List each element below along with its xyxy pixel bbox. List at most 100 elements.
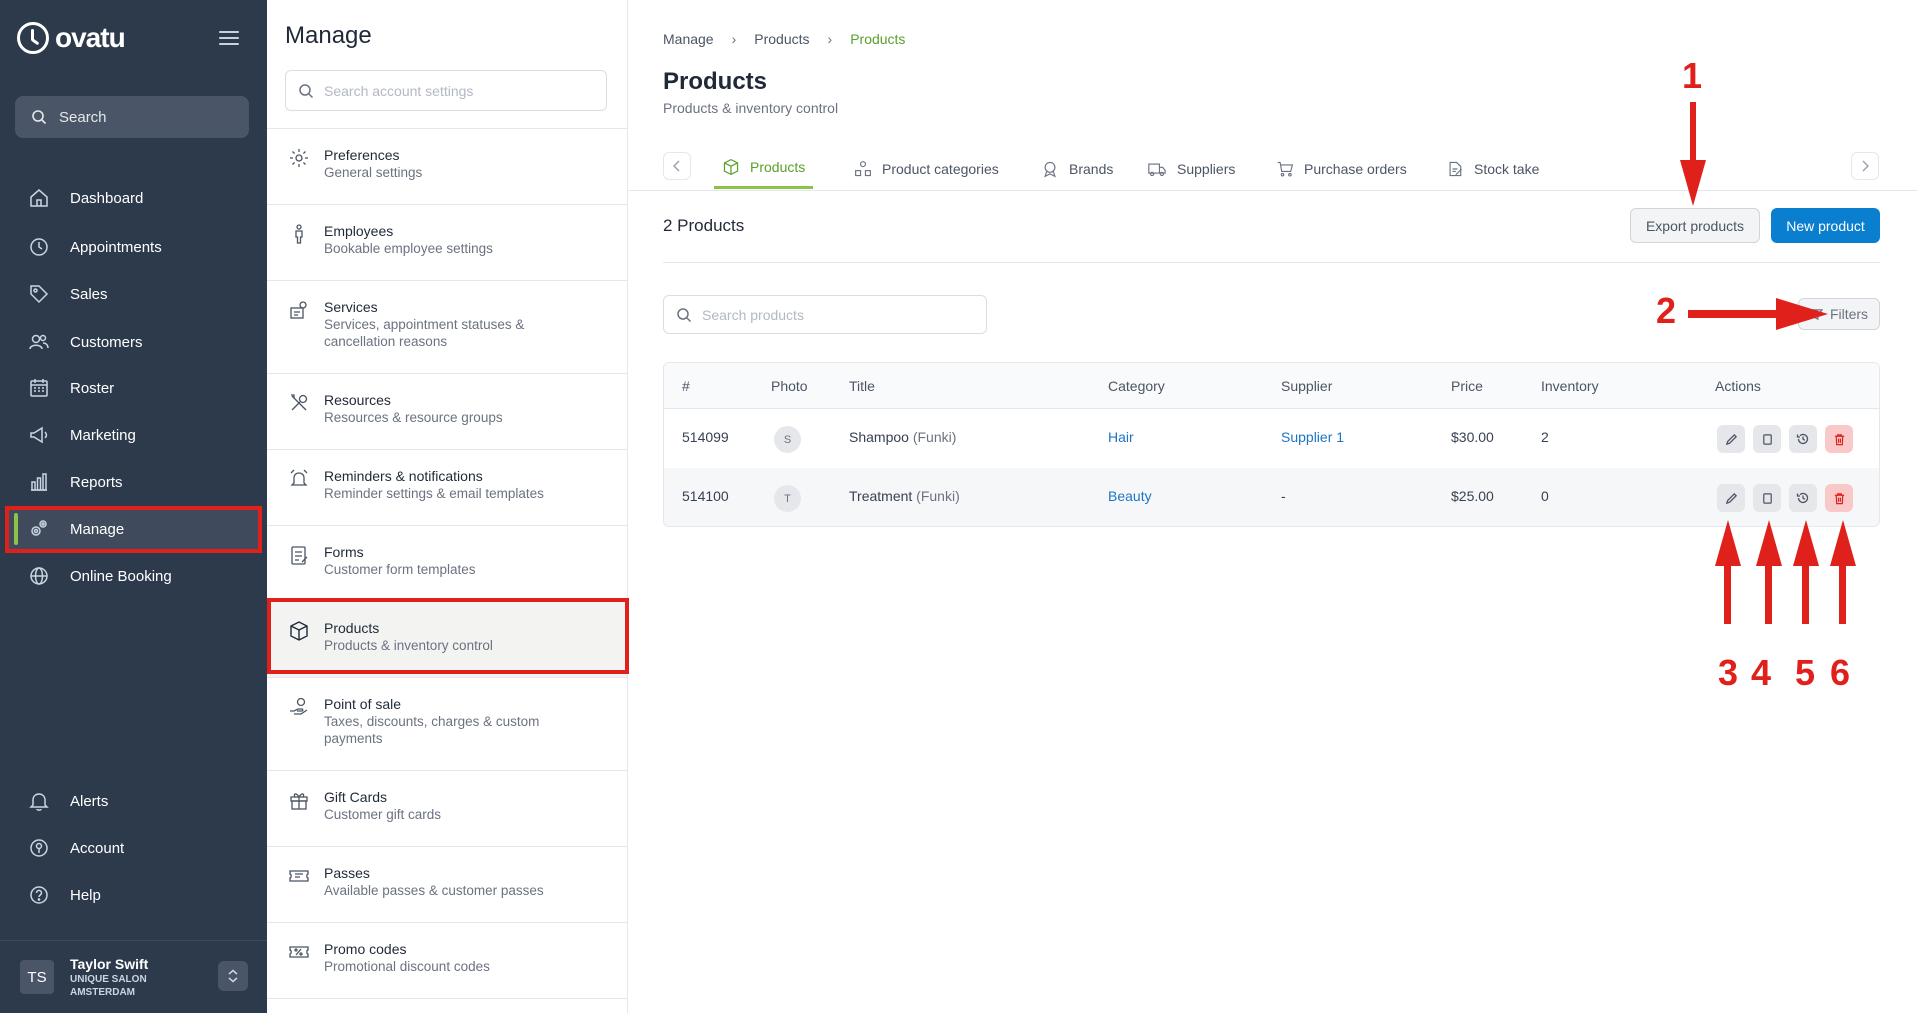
cell-supplier: - xyxy=(1281,488,1286,504)
nav-sales[interactable]: Sales xyxy=(0,274,267,314)
settings-item-services[interactable]: Services Services, appointment statuses &… xyxy=(267,281,627,374)
cell-title: Treatment (Funki) xyxy=(849,488,960,504)
settings-item-title: Gift Cards xyxy=(324,789,388,805)
chevron-updown-icon xyxy=(228,969,238,983)
nav-account[interactable]: Account xyxy=(0,828,267,868)
trash-icon xyxy=(1834,492,1844,504)
nav-roster[interactable]: Roster xyxy=(0,368,267,408)
cell-inventory: 0 xyxy=(1541,488,1549,504)
settings-item-point-of-sale[interactable]: Point of sale Taxes, discounts, charges &… xyxy=(267,678,627,771)
nav-marketing[interactable]: Marketing xyxy=(0,415,267,455)
settings-item-desc: Promotional discount codes xyxy=(324,959,490,974)
breadcrumb-link[interactable]: Manage xyxy=(663,31,714,47)
nav-customers[interactable]: Customers xyxy=(0,322,267,362)
main-sidebar: ovatu Search Dashboard Appointments Sale… xyxy=(0,0,267,1013)
edit-button[interactable] xyxy=(1717,425,1745,453)
nav-dashboard[interactable]: Dashboard xyxy=(0,178,267,218)
annotation-number: 3 xyxy=(1718,652,1739,693)
home-icon xyxy=(30,189,48,207)
products-count: 2 Products xyxy=(663,216,745,235)
products-table: # Photo Title Category Supplier Price In… xyxy=(663,362,1880,527)
settings-item-title: Point of sale xyxy=(324,696,402,712)
settings-item-gift-cards[interactable]: Gift Cards Customer gift cards xyxy=(267,771,627,847)
user-name: Taylor Swift xyxy=(70,956,149,972)
settings-item-resources[interactable]: Resources Resources & resource groups xyxy=(267,374,627,450)
settings-item-reminders[interactable]: Reminders & notifications Reminder settin… xyxy=(267,450,627,526)
new-product-button[interactable]: New product xyxy=(1771,208,1880,243)
gears-icon xyxy=(31,520,47,536)
nav-label: Manage xyxy=(70,520,125,538)
history-button[interactable] xyxy=(1789,484,1817,512)
chevron-left-icon xyxy=(673,160,680,172)
form-icon xyxy=(291,546,308,565)
nav-help[interactable]: Help xyxy=(0,875,267,915)
tab-product-categories[interactable]: Product categories xyxy=(846,147,1007,190)
settings-item-title: Resources xyxy=(324,392,391,408)
tab-products[interactable]: Products xyxy=(714,147,814,189)
tab-purchase-orders[interactable]: Purchase orders xyxy=(1268,147,1415,190)
sidebar-search[interactable]: Search xyxy=(15,96,249,138)
breadcrumb-link[interactable]: Products xyxy=(754,31,809,47)
product-title[interactable]: Treatment xyxy=(849,488,912,504)
nav-label: Appointments xyxy=(70,238,162,256)
nav-alerts[interactable]: Alerts xyxy=(0,781,267,821)
tab-brands[interactable]: Brands xyxy=(1033,147,1121,190)
cell-price: $25.00 xyxy=(1451,488,1494,504)
delete-button[interactable] xyxy=(1825,425,1853,453)
cell-category-link[interactable]: Hair xyxy=(1108,429,1134,445)
product-photo-placeholder: S xyxy=(774,426,801,453)
cell-supplier-link[interactable]: Supplier 1 xyxy=(1281,429,1344,445)
table-row[interactable]: 514099 S Shampoo (Funki) Hair Supplier 1… xyxy=(664,409,1879,468)
duplicate-button[interactable] xyxy=(1753,484,1781,512)
edit-button[interactable] xyxy=(1717,484,1745,512)
menu-toggle-icon[interactable] xyxy=(219,31,239,45)
sidebar-search-label: Search xyxy=(59,108,107,126)
tab-suppliers[interactable]: Suppliers xyxy=(1139,147,1243,190)
export-products-button[interactable]: Export products xyxy=(1630,208,1760,243)
users-icon xyxy=(29,334,49,350)
settings-title: Manage xyxy=(285,22,372,49)
coupon-icon xyxy=(289,946,309,958)
person-icon xyxy=(295,224,303,244)
duplicate-button[interactable] xyxy=(1753,425,1781,453)
box-icon xyxy=(723,158,739,175)
trash-icon xyxy=(1834,433,1844,445)
settings-item-title: Promo codes xyxy=(324,941,407,957)
settings-search[interactable] xyxy=(285,70,607,111)
settings-item-employees[interactable]: Employees Bookable employee settings xyxy=(267,205,627,281)
nav-online-booking[interactable]: Online Booking xyxy=(0,556,267,596)
tab-stock-take[interactable]: Stock take xyxy=(1438,147,1547,190)
copy-icon xyxy=(1762,433,1772,445)
clock-icon xyxy=(30,238,48,256)
products-search[interactable] xyxy=(663,295,987,334)
cell-category-link[interactable]: Beauty xyxy=(1108,488,1152,504)
settings-item-preferences[interactable]: Preferences General settings xyxy=(267,129,627,205)
delete-button[interactable] xyxy=(1825,484,1853,512)
settings-item-promo-codes[interactable]: Promo codes Promotional discount codes xyxy=(267,923,627,999)
tabs-scroll-left-button[interactable] xyxy=(663,152,691,180)
nav-reports[interactable]: Reports xyxy=(0,462,267,502)
filters-button[interactable]: Filters xyxy=(1798,298,1880,330)
nav-label: Help xyxy=(70,886,101,904)
nav-manage[interactable]: Manage xyxy=(8,509,258,549)
table-row[interactable]: 514100 T Treatment (Funki) Beauty - $25.… xyxy=(664,468,1879,526)
cell-inventory: 2 xyxy=(1541,429,1549,445)
services-icon xyxy=(290,301,307,319)
settings-item-forms[interactable]: Forms Customer form templates xyxy=(267,526,627,602)
settings-item-passes[interactable]: Passes Available passes & customer passes xyxy=(267,847,627,923)
history-button[interactable] xyxy=(1789,425,1817,453)
avatar: TS xyxy=(20,960,54,994)
user-card[interactable]: TS Taylor Swift UNIQUE SALON AMSTERDAM xyxy=(0,940,267,1013)
account-switch-button[interactable] xyxy=(218,961,248,991)
settings-search-input[interactable] xyxy=(324,82,584,99)
brand-logo[interactable]: ovatu xyxy=(17,22,126,54)
nav-label: Sales xyxy=(70,285,108,303)
user-city: AMSTERDAM xyxy=(70,987,135,998)
product-title[interactable]: Shampoo xyxy=(849,429,909,445)
nav-appointments[interactable]: Appointments xyxy=(0,227,267,267)
products-search-input[interactable] xyxy=(702,306,962,323)
tabs-scroll-right-button[interactable] xyxy=(1851,152,1879,180)
settings-item-products[interactable]: Products Products & inventory control xyxy=(267,602,627,678)
cell-id: 514099 xyxy=(682,429,729,445)
settings-item-desc: Customer gift cards xyxy=(324,807,442,822)
